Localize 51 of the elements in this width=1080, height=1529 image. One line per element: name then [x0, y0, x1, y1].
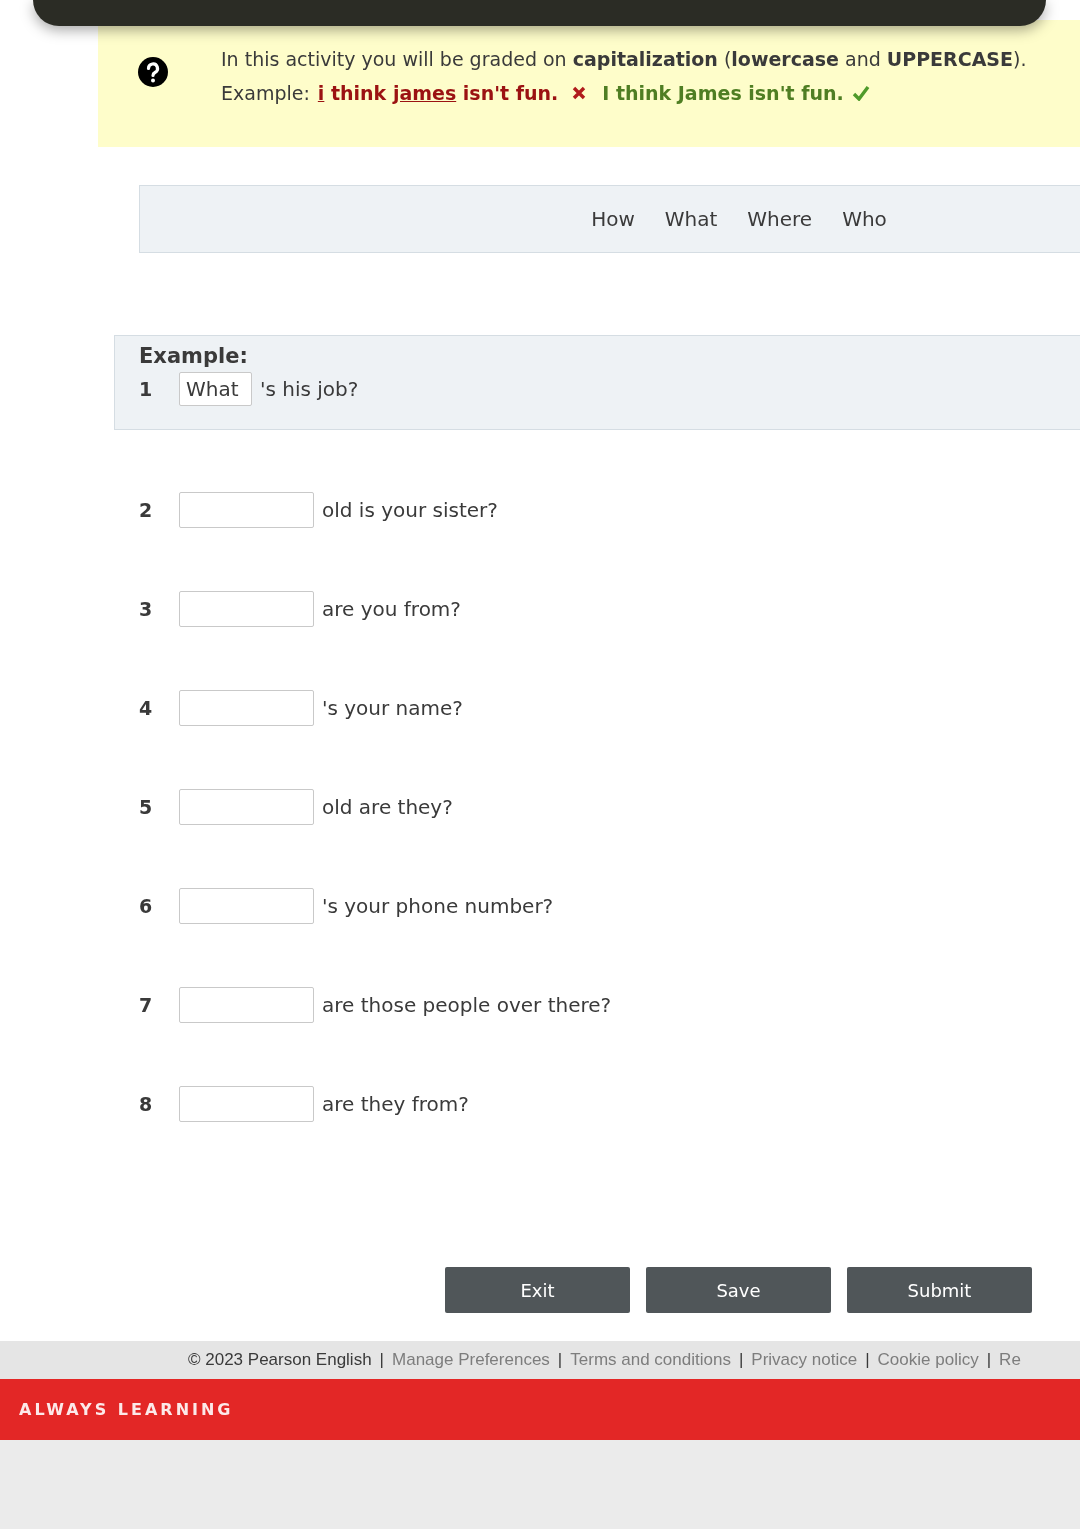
- word-bank-word: Where: [747, 207, 813, 231]
- answer-box[interactable]: [179, 987, 314, 1023]
- incorrect-example: i think james isn't fun.: [317, 81, 559, 106]
- separator: |: [557, 1350, 563, 1370]
- footer-link[interactable]: Terms and conditions: [570, 1350, 731, 1370]
- question-number: 1: [139, 378, 154, 400]
- question-text: old are they?: [322, 795, 453, 819]
- question-number: 6: [139, 895, 154, 917]
- example-heading: Example:: [139, 344, 249, 368]
- answer-box[interactable]: [179, 1086, 314, 1122]
- help-icon: [137, 56, 169, 88]
- question-text: 's your name?: [322, 696, 463, 720]
- question-number: 5: [139, 796, 154, 818]
- answer-box[interactable]: What: [179, 372, 252, 406]
- word-bank-word: What: [664, 207, 718, 231]
- question-number: 7: [139, 994, 154, 1016]
- question-text: are you from?: [322, 597, 461, 621]
- answer-box[interactable]: [179, 789, 314, 825]
- question-text: old is your sister?: [322, 498, 498, 522]
- question-text: are they from?: [322, 1092, 469, 1116]
- instruction-text: In this activity you will be graded on capitalization (lowercase and UPPERCASE).: [221, 47, 1027, 72]
- question-number: 3: [139, 598, 154, 620]
- footer-link[interactable]: Manage Preferences: [392, 1350, 550, 1370]
- separator: |: [986, 1350, 992, 1370]
- example-label: Example:: [221, 81, 310, 106]
- submit-button[interactable]: Submit: [847, 1267, 1032, 1313]
- word-bank-word: Who: [842, 207, 887, 231]
- correct-example: I think James isn't fun.: [602, 81, 844, 106]
- cross-icon: [572, 86, 587, 100]
- answer-box[interactable]: [179, 888, 314, 924]
- question-number: 8: [139, 1093, 154, 1115]
- question-text: 's your phone number?: [322, 894, 554, 918]
- check-icon: [851, 85, 870, 101]
- question-number: 2: [139, 499, 154, 521]
- tagline: ALWAYS LEARNING: [19, 1400, 234, 1419]
- question-text: are those people over there?: [322, 993, 612, 1017]
- footer-link[interactable]: Cookie policy: [877, 1350, 979, 1370]
- exit-button[interactable]: Exit: [445, 1267, 630, 1313]
- save-button[interactable]: Save: [646, 1267, 831, 1313]
- answer-box[interactable]: [179, 492, 314, 528]
- separator: |: [865, 1350, 870, 1370]
- answer-box[interactable]: [179, 690, 314, 726]
- question-text: 's his job?: [260, 377, 359, 401]
- footer-link[interactable]: Privacy notice: [751, 1350, 858, 1370]
- footer-link[interactable]: Re: [999, 1350, 1021, 1370]
- separator: |: [738, 1350, 744, 1370]
- question-number: 4: [139, 697, 154, 719]
- separator: |: [379, 1350, 384, 1370]
- answer-box[interactable]: [179, 591, 314, 627]
- copyright-text: © 2023 Pearson English: [188, 1350, 372, 1370]
- word-bank-word: How: [591, 207, 635, 231]
